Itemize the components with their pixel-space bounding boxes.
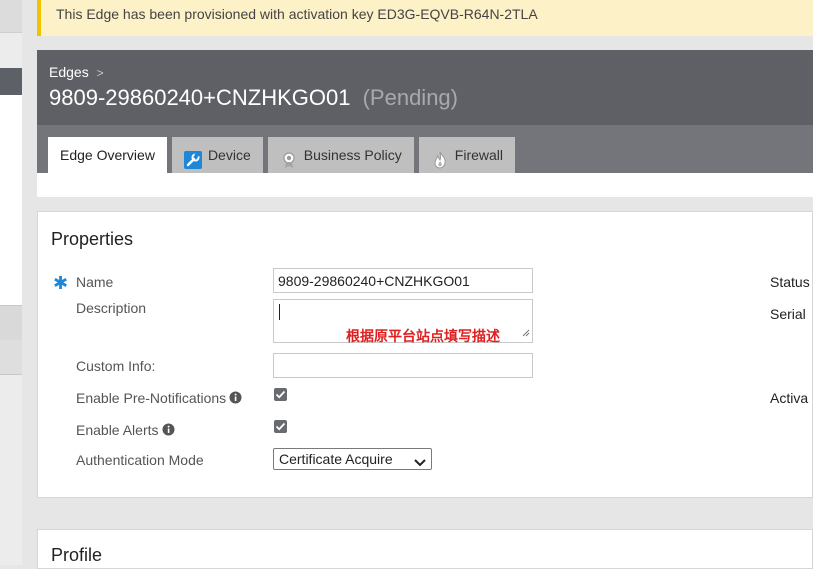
pre-notifications-label: Enable Pre-Notifications <box>76 390 242 407</box>
flame-icon <box>431 146 449 169</box>
properties-heading: Properties <box>51 229 134 249</box>
breadcrumb-separator: > <box>96 66 104 80</box>
activation-label: Activa <box>770 390 809 406</box>
required-asterisk: ✱ <box>53 273 69 293</box>
chevron-down-icon <box>414 454 426 470</box>
custom-info-label: Custom Info: <box>76 358 156 374</box>
tab-label: Device <box>207 147 251 163</box>
alerts-label: Enable Alerts <box>76 422 175 439</box>
auth-mode-select[interactable]: Certificate Acquire <box>273 448 432 470</box>
banner-text: This Edge has been provisioned with acti… <box>56 6 538 22</box>
tab-label: Firewall <box>454 147 504 163</box>
tab-business-policy[interactable]: Business Policy <box>267 137 414 173</box>
properties-card: Properties ✱ Name Description 根据原平台站点填写描… <box>37 211 813 498</box>
status-label: Status <box>770 274 810 290</box>
wrench-icon <box>183 146 202 169</box>
tab-bar: Edge Overview Device Business Policy Fir… <box>37 125 813 173</box>
sidebar-item[interactable] <box>0 305 22 341</box>
tab-label: Edge Overview <box>60 147 155 163</box>
info-icon[interactable] <box>229 391 242 407</box>
tab-device[interactable]: Device <box>171 137 263 173</box>
description-annotation: 根据原平台站点填写描述 <box>346 329 500 345</box>
name-label: Name <box>76 274 114 290</box>
pre-notifications-text: Enable Pre-Notifications <box>76 390 227 406</box>
breadcrumb-edges-link[interactable]: Edges <box>49 64 89 80</box>
auth-mode-value: Certificate Acquire <box>279 451 393 467</box>
text-cursor <box>279 304 280 320</box>
name-input[interactable] <box>273 268 533 293</box>
tab-content-strip <box>37 173 813 197</box>
sidebar-item[interactable] <box>0 340 22 375</box>
pre-notifications-checkbox[interactable] <box>274 388 287 401</box>
alerts-text: Enable Alerts <box>76 422 159 438</box>
serial-label: Serial <box>770 306 806 322</box>
profile-heading: Profile <box>51 545 103 565</box>
status-badge: (Pending) <box>362 85 458 110</box>
breadcrumb: Edges > <box>49 64 813 80</box>
sidebar-panel <box>0 95 22 305</box>
provision-banner: This Edge has been provisioned with acti… <box>37 0 813 36</box>
description-label: Description <box>76 300 147 316</box>
tab-firewall[interactable]: Firewall <box>418 137 516 173</box>
auth-mode-label: Authentication Mode <box>76 452 204 468</box>
resize-grip-icon[interactable] <box>522 324 530 340</box>
custom-info-input[interactable] <box>273 353 533 378</box>
sidebar-active-item[interactable] <box>0 68 22 95</box>
page-title: 9809-29860240+CNZHKGO01 (Pending) <box>49 85 813 111</box>
alerts-checkbox[interactable] <box>274 420 287 433</box>
sidebar-band <box>0 0 22 33</box>
ribbon-icon <box>280 146 298 168</box>
description-textarea[interactable]: 根据原平台站点填写描述 <box>273 299 533 345</box>
tab-edge-overview[interactable]: Edge Overview <box>48 137 167 173</box>
profile-card: Profile <box>37 529 813 569</box>
page-header: Edges > 9809-29860240+CNZHKGO01 (Pending… <box>37 50 813 125</box>
tab-label: Business Policy <box>303 147 402 163</box>
left-sidebar <box>0 0 22 565</box>
info-icon[interactable] <box>162 423 175 439</box>
edge-name-title: 9809-29860240+CNZHKGO01 <box>49 85 351 110</box>
